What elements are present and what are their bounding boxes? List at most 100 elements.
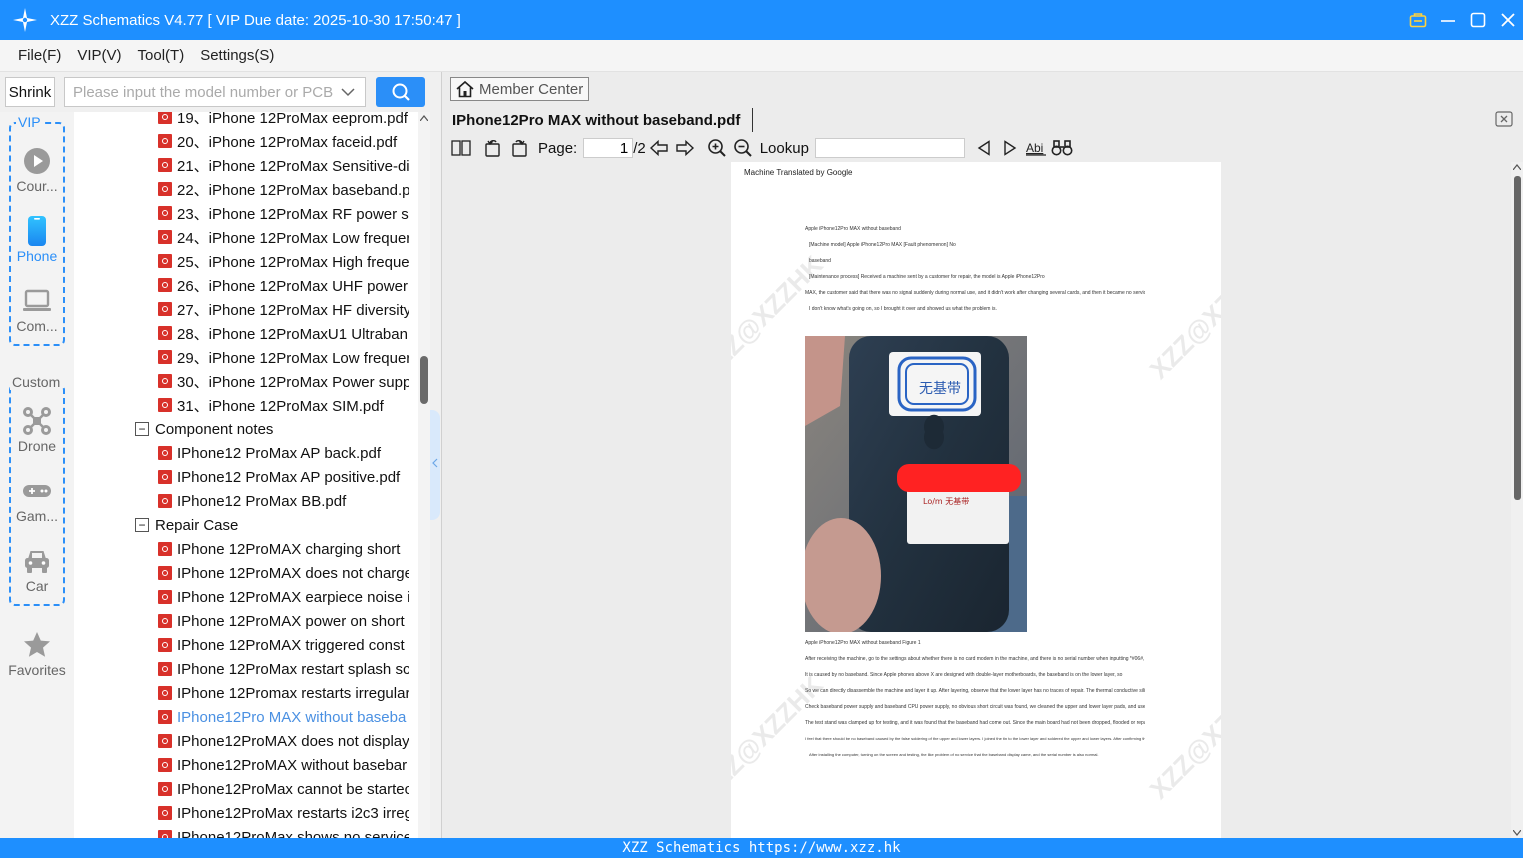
zoom-in-icon[interactable] (704, 135, 730, 161)
tree-file-item[interactable]: 31、iPhone 12ProMax SIM.pdf (158, 393, 430, 417)
pdf-file-icon (158, 326, 172, 340)
next-page-icon[interactable] (672, 135, 698, 161)
tree-file-item[interactable]: IPhone12ProMax shows no service (158, 825, 430, 838)
document-tab[interactable]: IPhone12Pro MAX without baseband.pdf (452, 108, 754, 132)
binoculars-icon[interactable] (1049, 135, 1075, 161)
find-next-icon[interactable] (997, 135, 1023, 161)
doc-text-line: So we can directly disassemble the machi… (805, 688, 1145, 694)
tree-file-item[interactable]: 22、iPhone 12ProMax baseband.p (158, 177, 430, 201)
pdf-file-icon (158, 230, 172, 244)
menu-tool[interactable]: Tool(T) (130, 47, 193, 64)
category-game[interactable]: Gam... (2, 474, 72, 524)
tree-item-label: IPhone12 ProMax BB.pdf (177, 492, 347, 510)
pdf-file-icon (158, 542, 172, 556)
status-text: XZZ Schematics https://www.xzz.hk (622, 840, 901, 856)
tree-item-label: IPhone12ProMax shows no service (177, 828, 409, 839)
tree-item-label: 24、iPhone 12ProMax Low frequer (177, 229, 409, 247)
tree-file-item[interactable]: IPhone12ProMAX does not display (158, 729, 430, 753)
search-button[interactable] (376, 77, 425, 107)
collapse-toggle-icon[interactable]: − (135, 422, 149, 436)
zoom-out-icon[interactable] (730, 135, 756, 161)
pdf-file-icon (158, 686, 172, 700)
menu-file[interactable]: File(F) (10, 47, 69, 64)
tree-file-item[interactable]: 26、iPhone 12ProMax UHF power (158, 273, 430, 297)
previous-page-icon[interactable] (646, 135, 672, 161)
close-tab-icon[interactable] (1495, 110, 1513, 128)
tree-file-item[interactable]: 28、iPhone 12ProMaxU1 Ultraban (158, 321, 430, 345)
tree-file-item[interactable]: IPhone12 ProMax BB.pdf (158, 489, 430, 513)
document-scrollbar[interactable] (1511, 162, 1523, 838)
member-center-label: Member Center (479, 80, 584, 98)
tree-folder[interactable]: − Repair Case (135, 513, 430, 537)
match-case-icon[interactable]: Abi (1023, 135, 1049, 161)
tree-file-item[interactable]: IPhone12Pro MAX without baseba (158, 705, 430, 729)
tree-file-item[interactable]: IPhone 12Promax restarts irregular (158, 681, 430, 705)
tree-file-item[interactable]: 30、iPhone 12ProMax Power supp (158, 369, 430, 393)
category-courses[interactable]: Cour... (2, 144, 72, 194)
shrink-button[interactable]: Shrink (5, 77, 55, 107)
category-car[interactable]: Car (2, 544, 72, 594)
close-button[interactable] (1493, 0, 1523, 40)
pdf-file-icon (158, 710, 172, 724)
tree-file-item[interactable]: 19、iPhone 12ProMax eeprom.pdf (158, 112, 430, 129)
tree-item-label: Repair Case (155, 516, 239, 534)
tree-item-label: 21、iPhone 12ProMax Sensitive-di (177, 157, 409, 175)
tree-file-item[interactable]: 21、iPhone 12ProMax Sensitive-di (158, 153, 430, 177)
tree-file-item[interactable]: IPhone 12ProMAX power on short (158, 609, 430, 633)
file-tree: 19、iPhone 12ProMax eeprom.pdf 20、iPhone 1… (74, 112, 430, 838)
category-drone[interactable]: Drone (2, 404, 72, 454)
find-previous-icon[interactable] (971, 135, 997, 161)
lookup-input[interactable] (814, 138, 965, 158)
tree-file-item[interactable]: IPhone 12ProMAX charging short (158, 537, 430, 561)
menu-vip[interactable]: VIP(V) (69, 47, 129, 64)
doc-text-line: It is caused by no baseband. Since Apple… (805, 672, 1123, 678)
tree-file-item[interactable]: 20、iPhone 12ProMax faceid.pdf (158, 129, 430, 153)
category-phone[interactable]: Phone (2, 214, 72, 264)
tree-file-item[interactable]: IPhone 12ProMAX does not charge (158, 561, 430, 585)
member-center-button[interactable]: Member Center (450, 77, 589, 101)
chevron-down-icon[interactable] (335, 87, 361, 97)
pdf-page[interactable]: Machine Translated by Google Apple iPhon… (731, 162, 1221, 838)
category-favorites[interactable]: Favorites (2, 628, 72, 678)
model-search-input[interactable] (65, 79, 335, 105)
two-page-view-icon[interactable] (448, 135, 474, 161)
tree-file-item[interactable]: 29、iPhone 12ProMax Low frequer (158, 345, 430, 369)
doc-text-line: After receiving the machine, go to the s… (805, 656, 1145, 662)
doc-text-line: I feel that there should be no baseband … (805, 736, 1145, 741)
maximize-button[interactable] (1463, 0, 1493, 40)
pdf-file-icon (158, 590, 172, 604)
category-computer[interactable]: Com... (2, 284, 72, 334)
tree-folder[interactable]: − Component notes (135, 417, 430, 441)
tree-item-label: 31、iPhone 12ProMax SIM.pdf (177, 397, 384, 415)
category-label: Cour... (16, 178, 58, 194)
collapse-toggle-icon[interactable]: − (135, 518, 149, 532)
tree-file-item[interactable]: IPhone12ProMax restarts i2c3 irreg (158, 801, 430, 825)
tree-file-item[interactable]: IPhone12 ProMax AP back.pdf (158, 441, 430, 465)
tree-scrollbar-thumb[interactable] (420, 356, 428, 404)
tree-file-item[interactable]: IPhone 12ProMAX earpiece noise i (158, 585, 430, 609)
viewer-toolbar: Page: /2 Lookup (442, 134, 1523, 162)
document-scrollbar-thumb[interactable] (1514, 176, 1521, 500)
page-number-input[interactable] (583, 138, 634, 158)
tree-file-item[interactable]: 23、iPhone 12ProMax RF power su (158, 201, 430, 225)
tree-file-item[interactable]: 27、iPhone 12ProMax HF diversity (158, 297, 430, 321)
rotate-right-icon[interactable] (506, 135, 532, 161)
tree-file-item[interactable]: IPhone 12ProMax restart splash scr (158, 657, 430, 681)
vip-badge-icon[interactable] (1403, 0, 1433, 40)
tree-file-item[interactable]: IPhone12 ProMax AP positive.pdf (158, 465, 430, 489)
tree-file-item[interactable]: 25、iPhone 12ProMax High freque (158, 249, 430, 273)
tree-file-item[interactable]: IPhone12ProMax cannot be startec (158, 777, 430, 801)
rotate-left-icon[interactable] (480, 135, 506, 161)
tree-file-item[interactable]: IPhone12ProMAX without basebar (158, 753, 430, 777)
minimize-button[interactable] (1433, 0, 1463, 40)
tree-file-item[interactable]: IPhone 12ProMAX triggered const (158, 633, 430, 657)
menu-settings[interactable]: Settings(S) (192, 47, 282, 64)
model-search-combobox (64, 77, 366, 107)
menu-bar: File(F) VIP(V) Tool(T) Settings(S) (0, 40, 1523, 72)
tree-scrollbar[interactable] (418, 112, 430, 838)
tree-file-item[interactable]: 24、iPhone 12ProMax Low frequer (158, 225, 430, 249)
panel-collapse-handle[interactable] (430, 410, 440, 520)
category-label: Favorites (8, 662, 66, 678)
tree-item-label: IPhone12 ProMax AP back.pdf (177, 444, 382, 462)
tree-item-label: IPhone 12ProMAX does not charge (177, 564, 409, 582)
